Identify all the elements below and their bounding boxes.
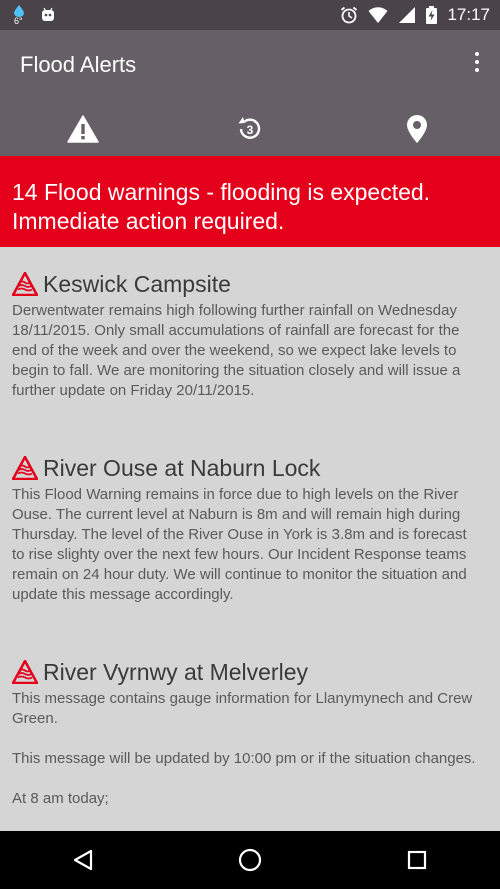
alert-title: Keswick Campsite xyxy=(43,270,231,297)
overflow-menu-button[interactable] xyxy=(472,52,482,76)
tab-history[interactable]: 3 xyxy=(167,104,334,154)
back-button[interactable] xyxy=(53,831,113,889)
alert-body: This Flood Warning remains in force due … xyxy=(12,486,471,603)
menu-dot xyxy=(475,52,479,56)
app-bar: Flood Alerts 3 xyxy=(0,30,500,156)
tab-warnings[interactable] xyxy=(0,104,167,154)
flood-warning-banner: 14 Flood warnings - flooding is expected… xyxy=(0,156,500,247)
wifi-icon xyxy=(368,7,388,23)
weather-indicator: 6° xyxy=(12,5,26,26)
alerts-list: Keswick Campsite Derwentwater remains hi… xyxy=(0,247,500,831)
recents-square-icon xyxy=(407,850,426,870)
alert-item[interactable]: River Vyrnwy at Melverley This message c… xyxy=(12,657,480,809)
location-pin-icon xyxy=(406,115,427,143)
alert-title: River Ouse at Naburn Lock xyxy=(43,454,321,481)
battery-charging-icon xyxy=(426,6,438,24)
history-badge: 3 xyxy=(247,123,254,137)
flood-warning-icon xyxy=(12,660,38,684)
alert-item[interactable]: Keswick Campsite Derwentwater remains hi… xyxy=(12,269,480,401)
alert-title: River Vyrnwy at Melverley xyxy=(43,658,308,685)
menu-dot xyxy=(475,68,479,72)
alert-body: Derwentwater remains high following furt… xyxy=(12,302,465,399)
home-circle-icon xyxy=(238,848,262,872)
alert-body: This message contains gauge information … xyxy=(12,690,476,807)
system-navigation-bar xyxy=(0,831,500,889)
banner-text: 14 Flood warnings - flooding is expected… xyxy=(12,179,431,234)
clock: 17:17 xyxy=(447,5,490,24)
alarm-icon xyxy=(341,6,358,24)
tab-bar: 3 xyxy=(0,104,500,154)
alert-item[interactable]: River Ouse at Naburn Lock This Flood War… xyxy=(12,453,480,605)
home-button[interactable] xyxy=(220,831,280,889)
flood-warning-icon xyxy=(12,456,38,480)
android-notification-icon xyxy=(42,7,54,21)
warning-icon xyxy=(67,115,100,143)
menu-dot xyxy=(475,60,479,64)
flood-warning-icon xyxy=(12,272,38,296)
app-title: Flood Alerts xyxy=(20,52,137,77)
status-bar: 6° 17:17 xyxy=(0,0,500,30)
tab-location[interactable] xyxy=(333,104,500,154)
history-icon: 3 xyxy=(238,117,261,139)
cell-signal-icon xyxy=(399,7,416,23)
back-triangle-icon xyxy=(74,849,93,871)
recents-button[interactable] xyxy=(387,831,447,889)
